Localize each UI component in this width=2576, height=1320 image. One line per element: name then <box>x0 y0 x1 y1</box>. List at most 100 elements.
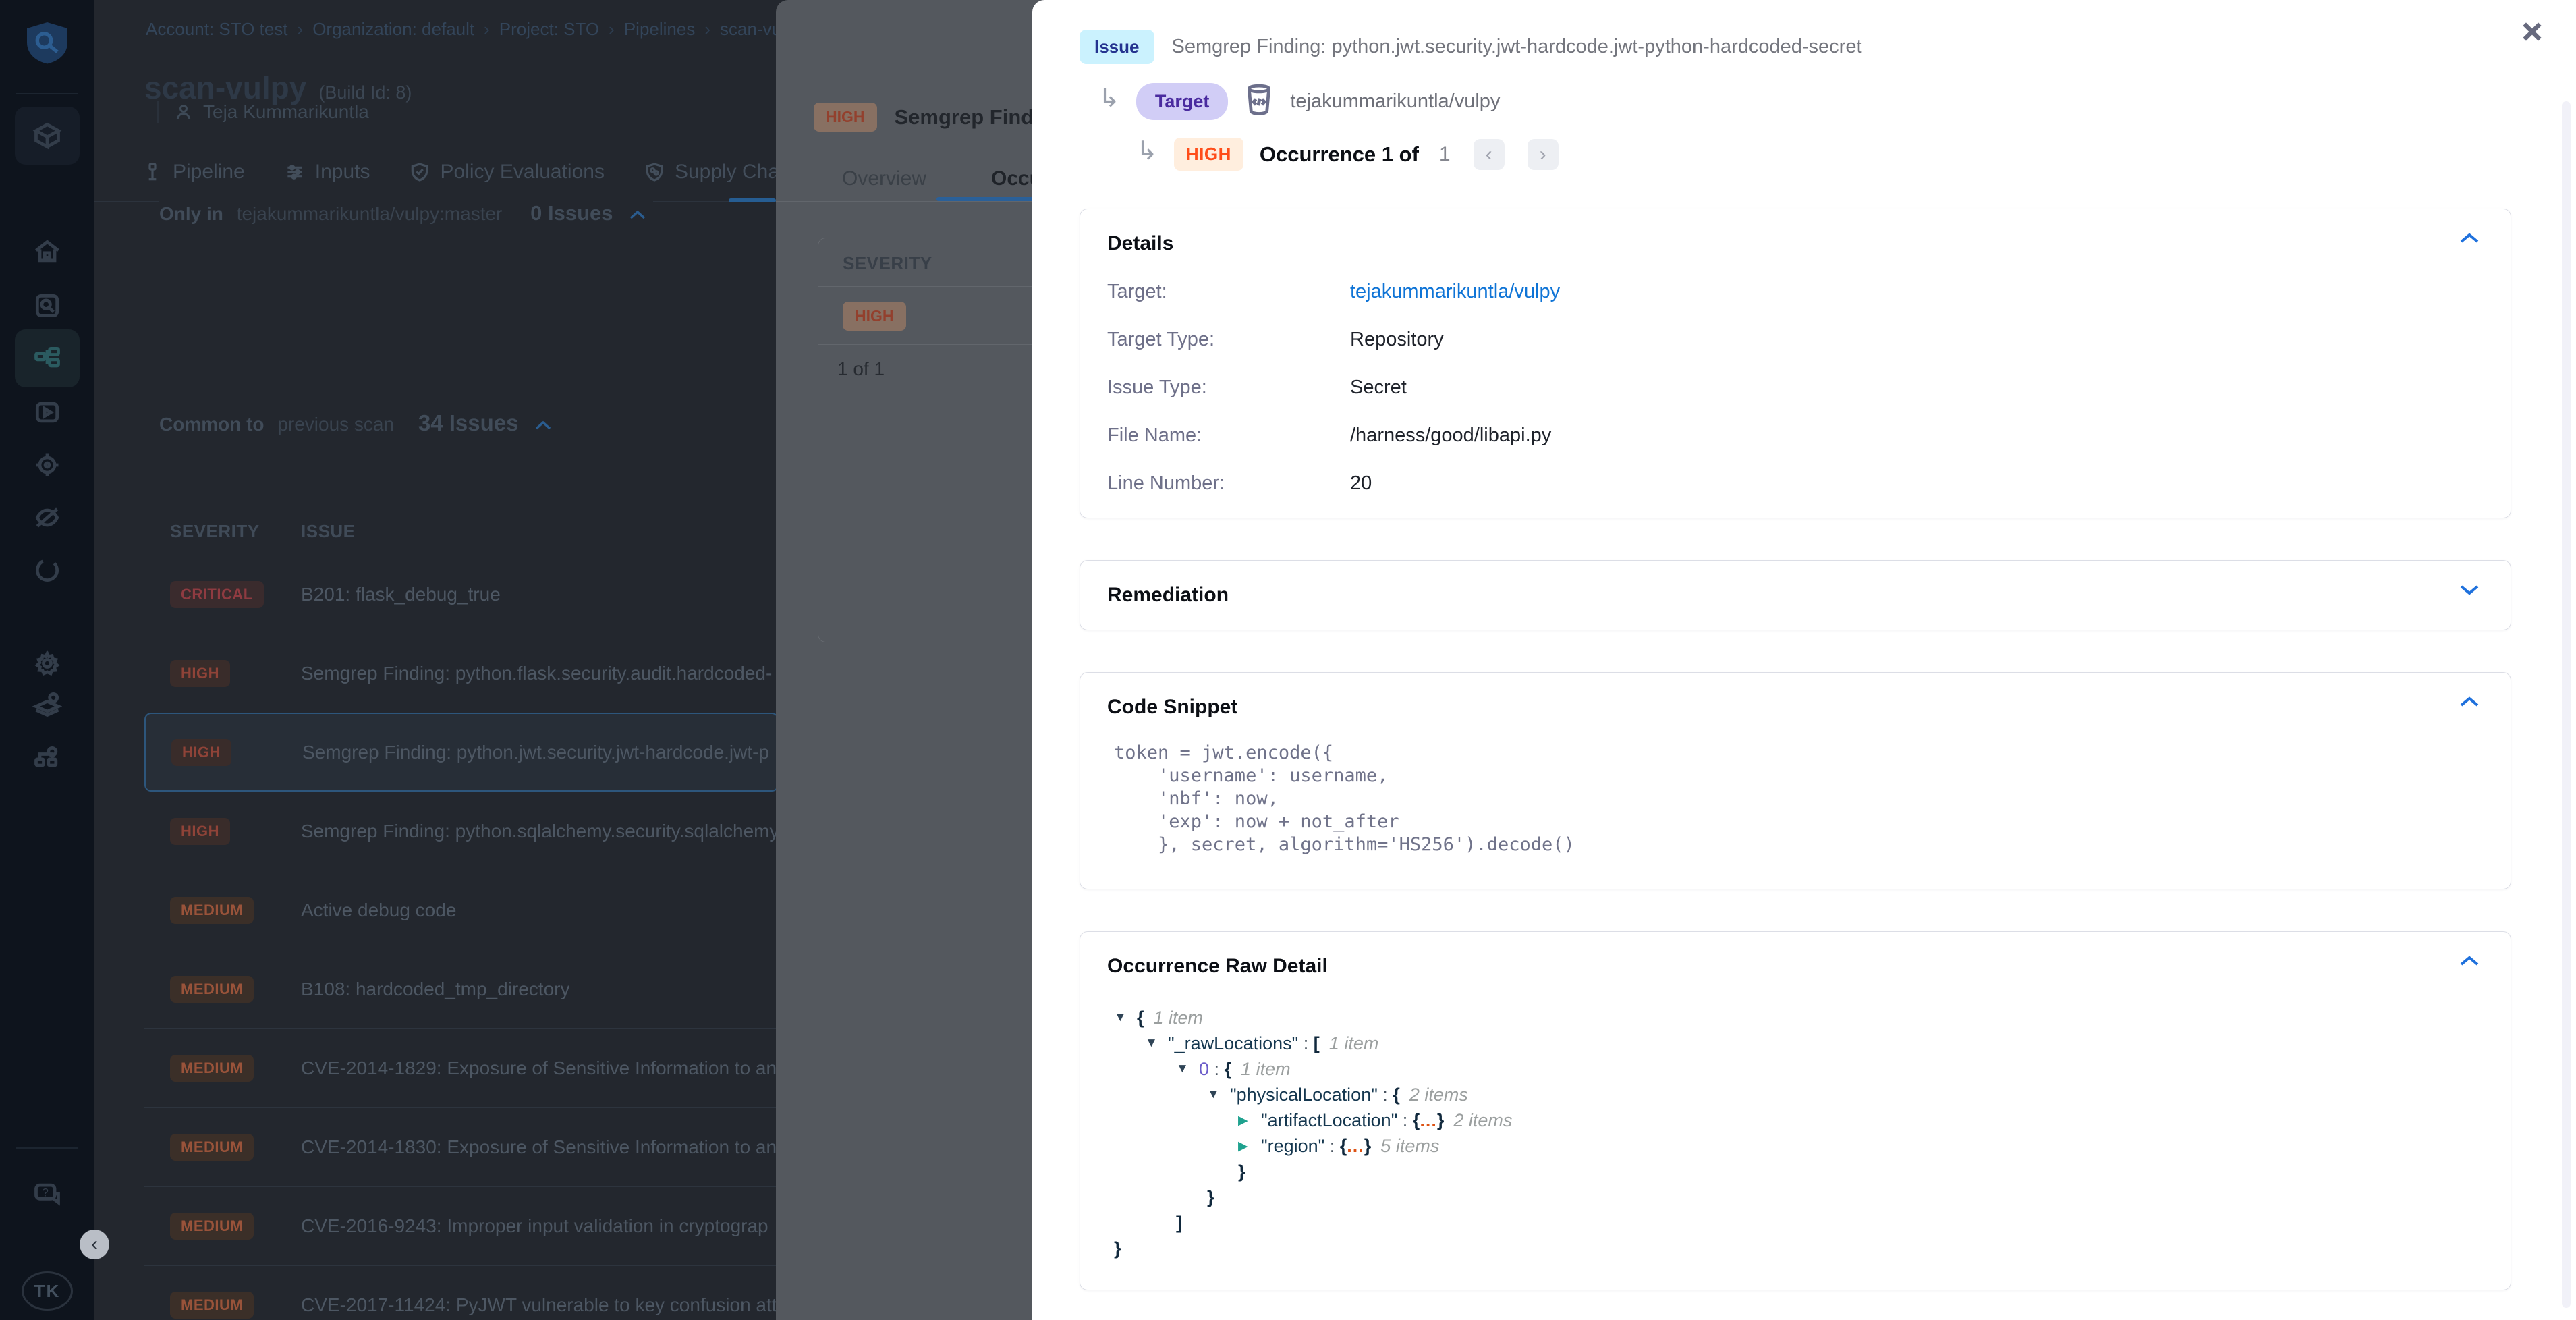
sidebar-item-pipelines-active[interactable] <box>15 329 80 387</box>
close-button[interactable] <box>2517 16 2548 47</box>
breadcrumb-org[interactable]: Organization: default <box>312 19 474 39</box>
target-repo-name: tejakummarikuntla/vulpy <box>1290 90 1500 113</box>
occurrence-label: Occurrence 1 of <box>1260 142 1419 167</box>
chevron-up-icon[interactable] <box>2459 696 2480 711</box>
issue-label: Active debug code <box>301 900 456 921</box>
tab-policy-evaluations[interactable]: Policy Evaluations <box>409 161 604 184</box>
json-line: } <box>1110 1236 2484 1261</box>
col-issue: ISSUE <box>301 521 356 542</box>
user-avatar[interactable]: TK <box>22 1271 73 1311</box>
expand-arrow-icon[interactable]: ▼ <box>1114 1010 1137 1025</box>
tab-label: Inputs <box>315 161 370 184</box>
common-count: 34 Issues <box>418 410 519 435</box>
chevron-up-icon[interactable] <box>2459 955 2480 970</box>
sidebar-collapse-button[interactable]: ‹ <box>80 1230 109 1259</box>
table-row[interactable]: MEDIUMCVE-2016-9243: Improper input vali… <box>144 1186 776 1265</box>
table-row[interactable]: MEDIUMCVE-2014-1830: Exposure of Sensiti… <box>144 1107 776 1186</box>
code-line: 'nbf': now, <box>1114 788 2484 810</box>
table-row[interactable]: CRITICALB201: flask_debug_true <box>144 555 776 634</box>
breadcrumb-account[interactable]: Account: STO test <box>146 19 288 39</box>
breadcrumb-project[interactable]: Project: STO <box>499 19 599 39</box>
help-icon[interactable]: ? <box>15 1165 80 1223</box>
issue-label: Semgrep Finding: python.flask.security.a… <box>301 663 772 684</box>
scrollbar[interactable] <box>2562 101 2571 1308</box>
severity-badge: MEDIUM <box>170 1134 254 1161</box>
severity-badge: HIGH <box>170 660 230 687</box>
collapse-chevron-icon[interactable] <box>534 414 552 435</box>
expand-arrow-icon[interactable]: ▼ <box>1176 1062 1199 1076</box>
collapsed-arrow-icon[interactable]: ▶ <box>1238 1113 1261 1128</box>
occurrence-row: ↳ HIGH Occurrence 1 of 1 ‹ › <box>1136 138 2511 171</box>
close-icon <box>2521 20 2544 43</box>
table-row[interactable]: MEDIUMCVE-2017-11424: PyJWT vulnerable t… <box>144 1265 776 1320</box>
remediation-card: Remediation <box>1080 560 2511 630</box>
severity-badge: HIGH <box>843 302 906 331</box>
table-row[interactable]: MEDIUMCVE-2014-1829: Exposure of Sensiti… <box>144 1028 776 1107</box>
common-row[interactable]: Common to previous scan 34 Issues <box>159 410 552 436</box>
issue-label: B201: flask_debug_true <box>301 584 501 605</box>
json-ellipsis[interactable]: ... <box>1420 1110 1437 1131</box>
json-line: } <box>1110 1159 2484 1184</box>
breadcrumb-separator: › <box>484 19 490 39</box>
json-colon: : <box>1324 1136 1340 1157</box>
pipeline-name: scan-vulpy <box>144 70 306 105</box>
severity-badge: MEDIUM <box>170 1292 254 1319</box>
json-count: 1 item <box>1241 1059 1291 1080</box>
tab-overview[interactable]: Overview <box>842 167 926 190</box>
sidebar-item-environments[interactable] <box>15 675 80 733</box>
sidebar-item-home[interactable] <box>15 223 80 281</box>
col-severity: SEVERITY <box>144 521 301 542</box>
sidebar-item-scans[interactable] <box>15 277 80 335</box>
occurrence-total: 1 <box>1439 143 1451 166</box>
sidebar-item-module-cube[interactable] <box>15 107 80 165</box>
collapse-chevron-icon[interactable] <box>629 203 646 225</box>
tab-label: Pipeline <box>173 161 245 184</box>
divider <box>16 1147 78 1149</box>
elbow-arrow-icon: ↳ <box>1136 138 1158 164</box>
raw-detail-title: Occurrence Raw Detail <box>1107 955 2484 978</box>
severity-badge: HIGH <box>170 818 230 845</box>
issue-label: Semgrep Finding: python.sqlalchemy.secur… <box>301 821 776 842</box>
common-scan: previous scan <box>277 414 394 435</box>
table-row[interactable]: HIGH Semgrep Finding: python.sqlalchemy.s… <box>144 792 776 871</box>
chevron-down-icon[interactable] <box>2459 584 2480 599</box>
sidebar-item-exemptions[interactable] <box>15 489 80 547</box>
detail-value: Repository <box>1350 329 1444 351</box>
prev-occurrence-button[interactable]: ‹ <box>1474 139 1505 170</box>
background-page: Account: STO test›Organization: default›… <box>94 0 776 1320</box>
sidebar-item-workflows[interactable] <box>15 729 80 787</box>
author-byline: Teja Kummarikuntla <box>157 101 369 123</box>
detail-value: /harness/good/libapi.py <box>1350 424 1551 447</box>
json-line: ▼"_rawLocations" : [1 item <box>1110 1030 2484 1056</box>
json-ellipsis[interactable]: ... <box>1347 1136 1364 1157</box>
next-occurrence-button[interactable]: › <box>1528 139 1559 170</box>
issue-label: CVE-2016-9243: Improper input validation… <box>301 1215 768 1237</box>
severity-badge: HIGH <box>814 103 877 132</box>
collapsed-arrow-icon[interactable]: ▶ <box>1238 1138 1261 1154</box>
json-colon: : <box>1298 1033 1314 1054</box>
detail-row: Target:tejakummarikuntla/vulpy <box>1107 281 2484 303</box>
severity-badge: MEDIUM <box>170 897 254 924</box>
table-row[interactable]: HIGH Semgrep Finding: python.flask.securi… <box>144 634 776 713</box>
tab-inputs[interactable]: Inputs <box>284 161 370 184</box>
table-row[interactable]: MEDIUM Active debug code <box>144 871 776 950</box>
detail-label: Target: <box>1107 281 1350 303</box>
tab-supply-chain[interactable]: Supply Chain <box>644 161 776 184</box>
json-brace: { <box>1225 1059 1232 1080</box>
table-row-selected[interactable]: HIGHSemgrep Finding: python.jwt.security… <box>144 713 776 792</box>
active-tab-underline <box>936 197 1036 201</box>
expand-arrow-icon[interactable]: ▼ <box>1145 1036 1168 1051</box>
table-row[interactable]: MEDIUMB108: hardcoded_tmp_directory <box>144 950 776 1028</box>
page-title: scan-vulpy(Build Id: 8) <box>144 70 412 106</box>
user-icon <box>173 102 194 122</box>
tab-pipeline[interactable]: Pipeline <box>142 161 245 184</box>
sidebar-item-executions[interactable] <box>15 383 80 441</box>
chevron-up-icon[interactable] <box>2459 232 2480 248</box>
sidebar-item-targets[interactable] <box>15 436 80 494</box>
only-in-row[interactable]: Only in tejakummarikuntla/vulpy:master 0… <box>159 197 653 229</box>
issue-header-row: Issue Semgrep Finding: python.jwt.securi… <box>1080 30 2511 64</box>
expand-arrow-icon[interactable]: ▼ <box>1207 1087 1230 1102</box>
sidebar-item-getting-started[interactable] <box>15 541 80 599</box>
target-link[interactable]: tejakummarikuntla/vulpy <box>1350 281 1560 303</box>
breadcrumb-pipelines[interactable]: Pipelines <box>624 19 696 39</box>
